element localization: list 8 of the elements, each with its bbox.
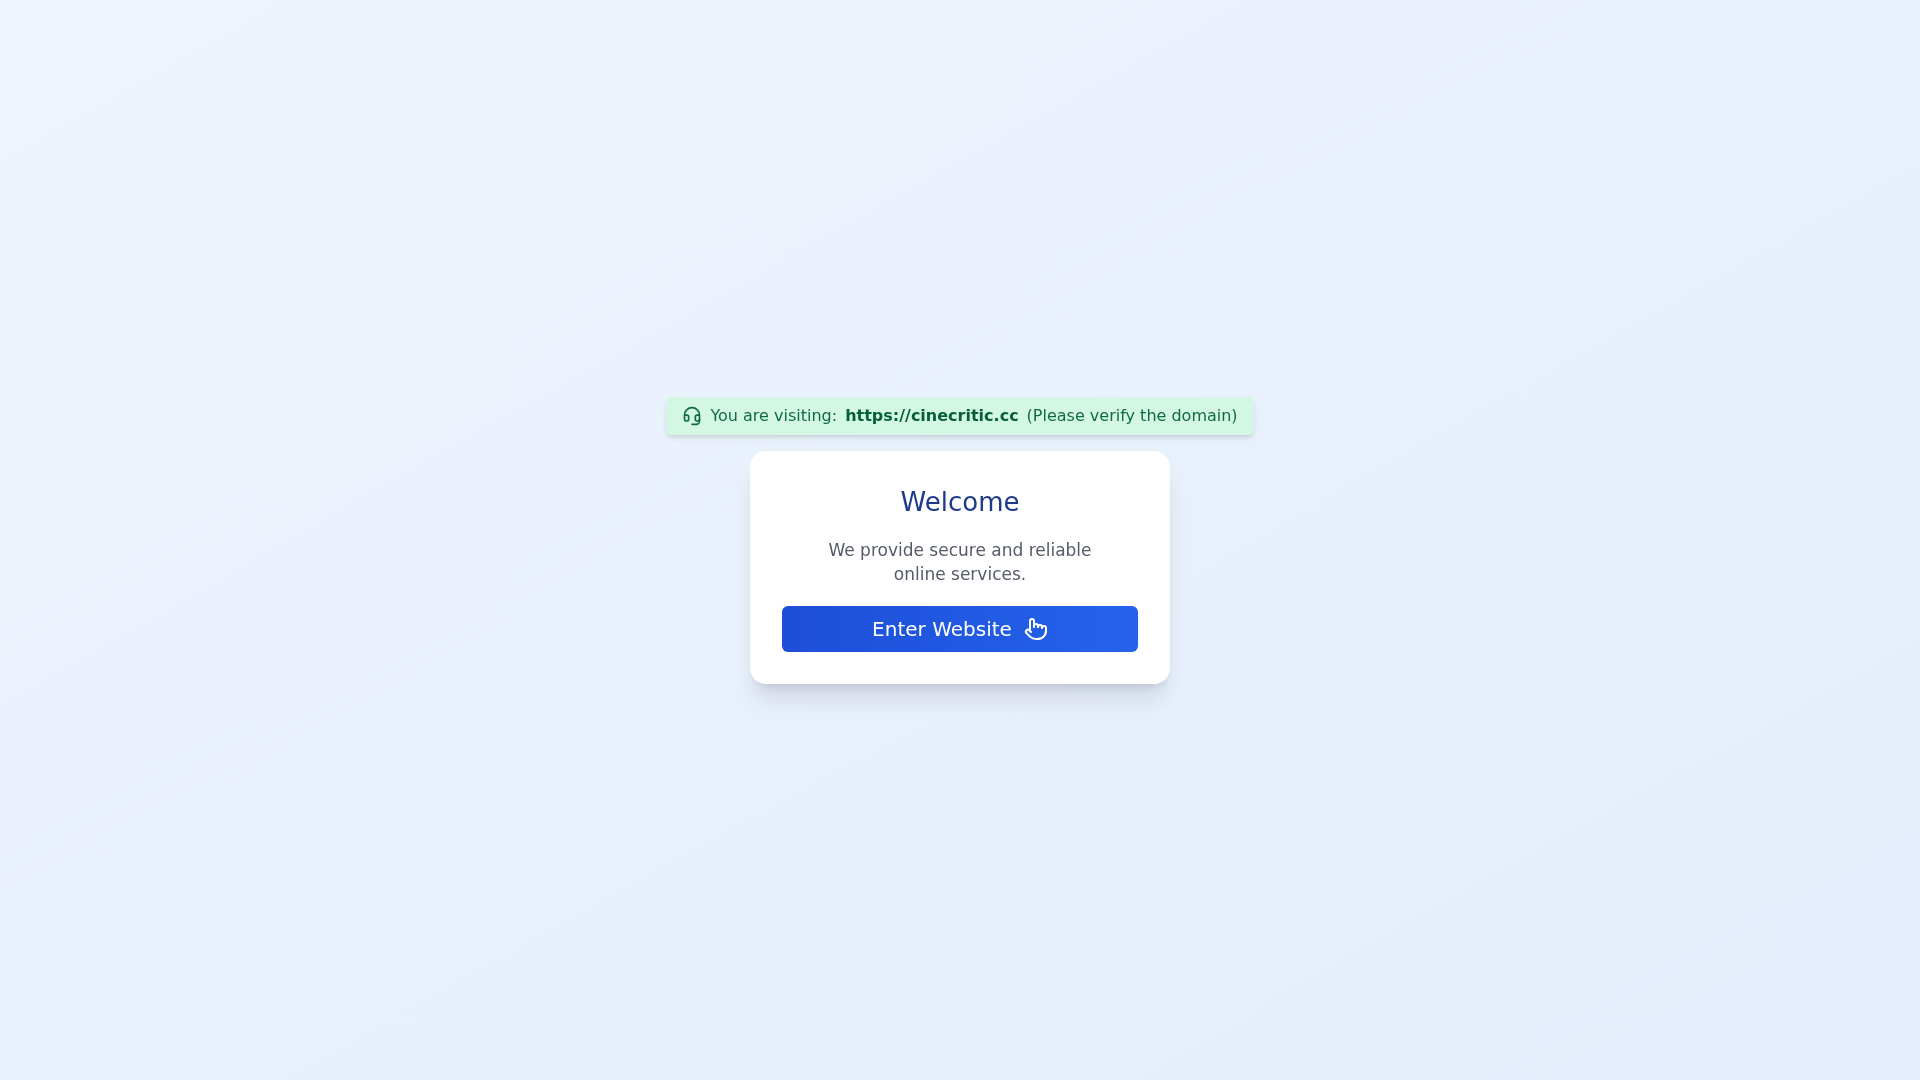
domain-text: https://cinecritic.cc: [845, 404, 1019, 427]
verify-hint: (Please verify the domain): [1026, 404, 1238, 427]
card-description: We provide secure and reliable online services.: [827, 538, 1093, 586]
enter-website-button[interactable]: Enter Website: [782, 605, 1138, 652]
notice-label: You are visiting:: [710, 404, 838, 427]
headset-icon: [682, 405, 703, 426]
hand-pointer-icon: [1023, 616, 1048, 641]
card-title: Welcome: [900, 485, 1020, 519]
